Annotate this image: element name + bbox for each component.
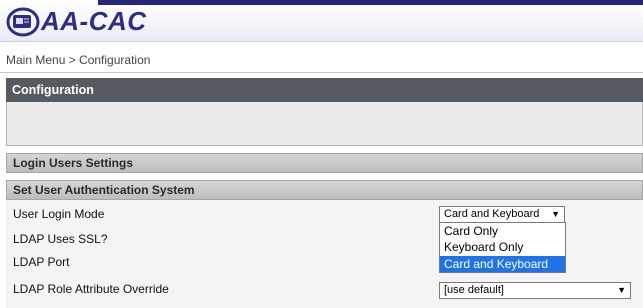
breadcrumb: Main Menu > Configuration bbox=[6, 53, 151, 67]
ldap-role-select[interactable]: [use default] ▼ bbox=[439, 282, 631, 299]
user-login-mode-select[interactable]: Card and Keyboard ▼ bbox=[439, 206, 565, 223]
dropdown-option-card-only[interactable]: Card Only bbox=[440, 223, 565, 239]
ldap-port-label: LDAP Port bbox=[13, 255, 70, 269]
caret-down-icon: ▼ bbox=[551, 209, 560, 219]
panel-body bbox=[6, 102, 643, 146]
caret-down-icon: ▼ bbox=[617, 285, 626, 295]
panel-title: Configuration bbox=[6, 78, 643, 102]
ldap-ssl-label: LDAP Uses SSL? bbox=[13, 232, 108, 246]
app-title: AA-CAC bbox=[41, 6, 147, 36]
user-login-mode-label: User Login Mode bbox=[13, 207, 105, 221]
app-header: AA-CAC bbox=[0, 0, 643, 42]
header-stripe bbox=[98, 0, 643, 5]
ldap-role-value: [use default] bbox=[444, 284, 504, 296]
ldap-role-label: LDAP Role Attribute Override bbox=[13, 282, 169, 296]
smart-card-logo-icon bbox=[6, 7, 40, 37]
dropdown-option-card-and-keyboard[interactable]: Card and Keyboard bbox=[440, 255, 565, 272]
user-login-mode-value: Card and Keyboard bbox=[444, 208, 540, 220]
section-login-users: Login Users Settings bbox=[6, 153, 643, 173]
user-login-mode-dropdown[interactable]: Card Only Keyboard Only Card and Keyboar… bbox=[439, 222, 566, 273]
dropdown-option-keyboard-only[interactable]: Keyboard Only bbox=[440, 239, 565, 255]
divider bbox=[0, 72, 643, 73]
app-logo[interactable]: AA-CAC bbox=[6, 5, 147, 37]
section-auth-system: Set User Authentication System bbox=[6, 180, 643, 200]
